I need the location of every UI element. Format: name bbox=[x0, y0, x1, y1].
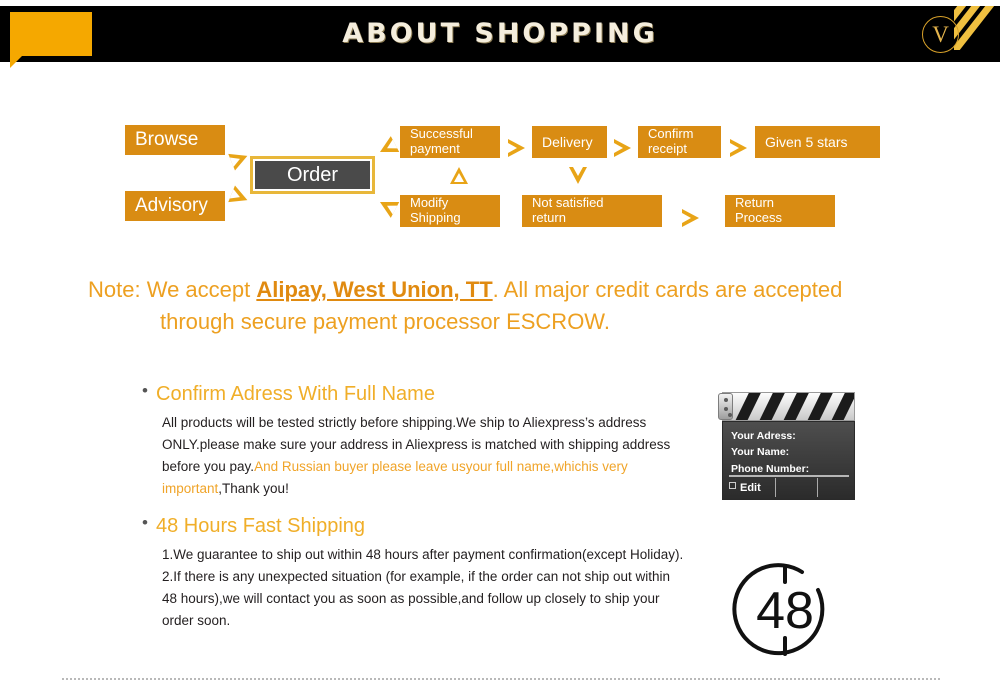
section-confirm-address: Confirm Adress With Full Name All produc… bbox=[142, 381, 687, 499]
section-fast-shipping: 48 Hours Fast Shipping 1.We guarantee to… bbox=[142, 513, 687, 631]
flow-node-browse: Browse bbox=[125, 125, 225, 155]
clock-48-svg: 48 bbox=[732, 563, 825, 656]
clapperboard-edit-row: Edit bbox=[729, 478, 851, 497]
flow-node-fivestars: Given 5 stars bbox=[755, 126, 880, 158]
flow-node-successful: Successful payment bbox=[400, 126, 500, 158]
clock-48-icon: 48 bbox=[730, 562, 840, 658]
flow-arrow-advisory-to-order bbox=[228, 185, 251, 209]
page-title: ABOUT SHOPPING bbox=[342, 18, 658, 49]
section-body-fast-shipping: 1.We guarantee to ship out within 48 hou… bbox=[142, 544, 687, 631]
flow-arrow-modify-to-successful bbox=[450, 167, 468, 184]
clapperboard-fields: Your Adress: Your Name: Phone Number: Ed… bbox=[722, 421, 855, 500]
svg-text:48: 48 bbox=[756, 582, 814, 640]
note-suffix: . All major credit cards are accepted bbox=[492, 277, 843, 302]
page-header: ABOUT SHOPPING V bbox=[0, 6, 1000, 68]
footer-divider bbox=[62, 678, 940, 680]
edit-row-divider-1 bbox=[775, 478, 776, 497]
note-payment-methods: Alipay, West Union, TT bbox=[256, 277, 493, 302]
flow-node-order: Order bbox=[250, 156, 375, 194]
field-label-name: Your Name: bbox=[731, 446, 790, 459]
shipping-exception-line: 2.If there is any unexpected situation (… bbox=[162, 568, 671, 628]
speech-bubble-tail-icon bbox=[10, 56, 22, 68]
flow-arrow-notsat-to-return bbox=[682, 209, 699, 227]
flow-arrow-confirm-to-fivestars bbox=[730, 139, 747, 157]
flow-arrow-delivery-to-notsat bbox=[569, 167, 587, 184]
flow-arrow-order-to-successful bbox=[375, 136, 400, 160]
shipping-guarantee-line: 1.We guarantee to ship out within 48 hou… bbox=[162, 547, 684, 562]
header-bar: ABOUT SHOPPING V bbox=[0, 6, 1000, 62]
clapperboard-top-stripes bbox=[722, 392, 855, 421]
body-text-black-2: ,Thank you! bbox=[218, 480, 289, 496]
note-line-2: through secure payment processor ESCROW. bbox=[160, 308, 610, 334]
flow-arrow-delivery-to-confirm bbox=[614, 139, 631, 157]
flow-node-confirm: Confirm receipt bbox=[638, 126, 721, 158]
flow-node-advisory: Advisory bbox=[125, 191, 225, 221]
section-heading-confirm-address: Confirm Adress With Full Name bbox=[142, 381, 687, 406]
section-heading-fast-shipping: 48 Hours Fast Shipping bbox=[142, 513, 687, 538]
speech-bubble-tab-icon bbox=[10, 12, 92, 56]
section-body-confirm-address: All products will be tested strictly bef… bbox=[142, 412, 687, 499]
diagonal-stripes-icon bbox=[954, 6, 1000, 50]
field-label-address: Your Adress: bbox=[731, 430, 796, 442]
flow-arrow-successful-to-delivery bbox=[508, 139, 525, 157]
order-flow-diagram: Browse Advisory Order Successful payment Del… bbox=[0, 110, 1000, 240]
payment-note: Note: We accept Alipay, West Union, TT. … bbox=[88, 274, 918, 338]
flow-node-returnproc: Return Process bbox=[725, 195, 835, 227]
clapperboard-icon: Your Adress: Your Name: Phone Number: Ed… bbox=[718, 392, 855, 502]
flow-node-modify: Modify Shipping bbox=[400, 195, 500, 227]
clapperboard-divider bbox=[729, 475, 849, 477]
flow-node-notsat: Not satisfied return bbox=[522, 195, 662, 227]
clapperboard-hinge-icon bbox=[718, 393, 733, 420]
edit-row-divider-2 bbox=[817, 478, 818, 497]
flow-arrow-order-to-modify bbox=[375, 194, 400, 218]
edit-checkbox-icon[interactable] bbox=[729, 482, 736, 489]
brand-logo: V bbox=[922, 16, 959, 53]
edit-button[interactable]: Edit bbox=[740, 480, 761, 497]
note-prefix: Note: We accept bbox=[88, 277, 257, 302]
flow-arrow-browse-to-order bbox=[228, 147, 251, 171]
flow-node-delivery: Delivery bbox=[532, 126, 607, 158]
